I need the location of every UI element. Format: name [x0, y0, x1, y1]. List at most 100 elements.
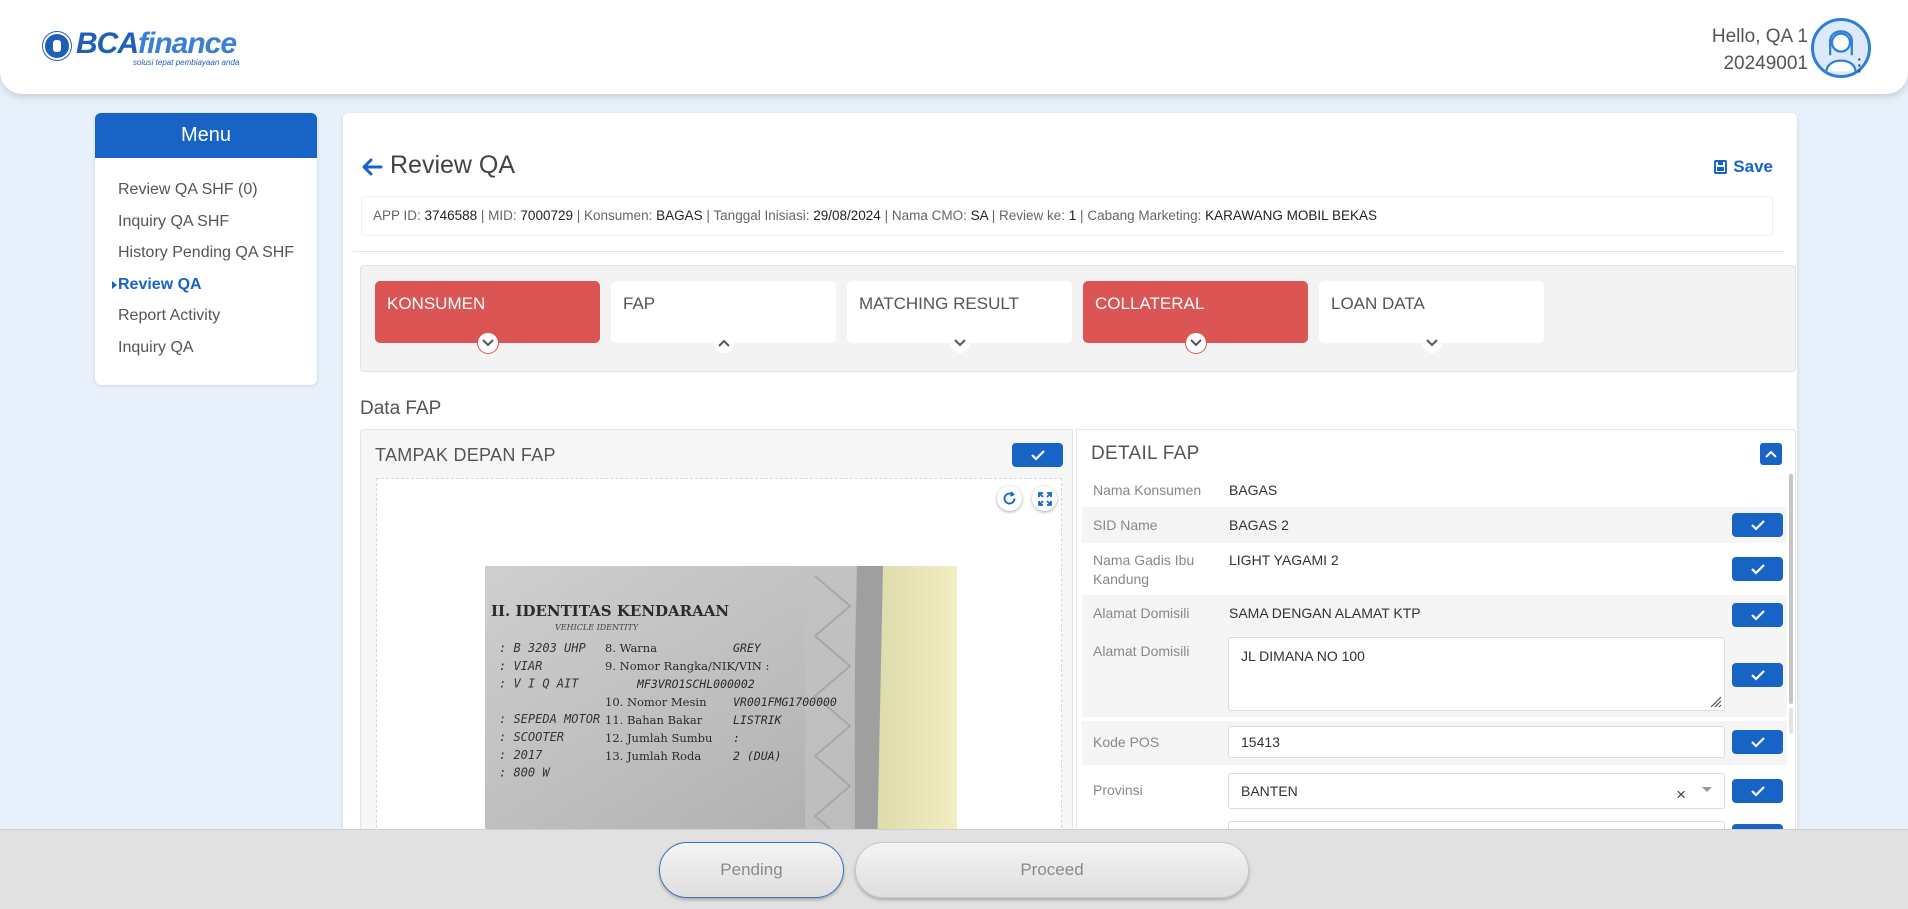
field-label: Provinsi — [1093, 782, 1143, 798]
resize-handle-icon[interactable] — [1708, 694, 1722, 708]
kode-pos-input[interactable]: 15413 — [1228, 726, 1725, 758]
chevron-down-icon[interactable] — [1702, 787, 1712, 792]
chevron-down-icon[interactable] — [478, 333, 498, 353]
verify-alamat-domisili-button[interactable] — [1732, 663, 1783, 687]
pending-button[interactable]: Pending — [659, 842, 844, 898]
check-icon — [1750, 564, 1765, 575]
doc-field-label: 10. Nomor Mesin — [605, 695, 707, 709]
check-icon — [1750, 737, 1765, 748]
brand-name-b: finance — [138, 27, 237, 60]
sidebar-item-history-pending-qa-shf[interactable]: History Pending QA SHF — [118, 243, 317, 275]
app-id-value: 3746588 — [424, 208, 478, 223]
doc-field-value: LISTRIK — [733, 713, 783, 727]
doc-field-label: 11. Bahan Bakar — [605, 713, 703, 727]
doc-subheading: VEHICLE IDENTITY — [555, 623, 639, 632]
field-value: BAGAS 2 — [1229, 517, 1289, 533]
row-sid-name: SID Name BAGAS 2 — [1082, 507, 1787, 543]
back-arrow-icon[interactable] — [359, 154, 385, 180]
chevron-up-icon[interactable] — [714, 333, 734, 353]
verify-sid-name-button[interactable] — [1732, 513, 1783, 537]
photo-viewer[interactable]: II. IDENTITAS KENDARAAN VEHICLE IDENTITY… — [376, 478, 1062, 858]
mid-label: MID: — [488, 208, 517, 223]
tab-fap[interactable]: FAP — [611, 281, 836, 353]
fap-document-image: II. IDENTITAS KENDARAAN VEHICLE IDENTITY… — [485, 566, 957, 856]
field-label: Alamat Domisili — [1093, 605, 1190, 621]
application-info-bar: APP ID: 3746588 | MID: 7000729 | Konsume… — [361, 196, 1773, 236]
sidebar-item-report-activity[interactable]: Report Activity — [118, 306, 317, 338]
chevron-down-icon[interactable] — [950, 333, 970, 353]
cabang-label: Cabang Marketing: — [1087, 208, 1202, 223]
clear-icon[interactable]: × — [1676, 778, 1686, 812]
cmo-value: SA — [970, 208, 988, 223]
row-alamat-domisili-status: Alamat Domisili SAMA DENGAN ALAMAT KTP — [1082, 595, 1787, 633]
verify-ibu-button[interactable] — [1732, 557, 1783, 581]
brand-name-a: BCA — [76, 27, 139, 60]
field-label: SID Name — [1093, 517, 1158, 533]
tab-loan-data[interactable]: LOAN DATA — [1319, 281, 1544, 353]
field-value: BAGAS — [1229, 482, 1278, 498]
provinsi-select[interactable]: BANTEN × — [1228, 773, 1725, 809]
tab-label: FAP — [623, 294, 656, 313]
photo-verify-button[interactable] — [1012, 443, 1063, 467]
check-icon — [1750, 610, 1765, 621]
sidebar-item-review-qa[interactable]: Review QA — [112, 275, 317, 307]
row-nama-gadis-ibu: Nama Gadis Ibu Kandung LIGHT YAGAMI 2 — [1082, 543, 1787, 595]
doc-field-value: 2 (DUA) — [733, 749, 781, 763]
chevron-down-icon[interactable] — [1422, 333, 1442, 353]
bca-finance-logo[interactable]: BCAfinance solusi tepat pembiayaan anda — [43, 27, 243, 70]
proceed-button[interactable]: Proceed — [855, 842, 1249, 898]
expand-icon[interactable] — [1032, 486, 1057, 511]
scrollbar-thumb[interactable] — [1789, 474, 1793, 704]
photo-title: TAMPAK DEPAN FAP — [375, 445, 556, 465]
doc-left-value: : V I Q AIT — [499, 677, 579, 691]
info-separator: | — [706, 208, 710, 223]
review-label: Review ke: — [998, 208, 1065, 223]
doc-left-value: : SEPEDA MOTOR — [499, 712, 600, 726]
field-value: LIGHT YAGAMI 2 — [1229, 552, 1339, 568]
user-greeting: Hello, QA 1 20249001 — [1712, 23, 1808, 77]
info-separator: | — [1080, 208, 1084, 223]
info-separator: | — [480, 208, 485, 223]
save-button[interactable]: Save — [1714, 157, 1773, 177]
detail-fap-panel: DETAIL FAP Nama Konsumen BAGAS SID Name … — [1076, 429, 1796, 851]
sidebar-item-inquiry-qa-shf[interactable]: Inquiry QA SHF — [118, 212, 317, 244]
field-value: SAMA DENGAN ALAMAT KTP — [1229, 605, 1421, 621]
tab-konsumen[interactable]: KONSUMEN — [375, 281, 600, 353]
alamat-domisili-textarea[interactable]: JL DIMANA NO 100 — [1228, 637, 1725, 711]
sidebar-item-review-qa-shf[interactable]: Review QA SHF (0) — [118, 180, 317, 212]
konsumen-label: Konsumen: — [584, 208, 653, 223]
sidebar-list: Review QA SHF (0) Inquiry QA SHF History… — [95, 158, 317, 369]
doc-left-value: : 2017 — [499, 748, 543, 762]
provinsi-value: BANTEN — [1241, 783, 1298, 799]
bca-emblem-icon — [43, 32, 71, 60]
vehicle-document-photo: II. IDENTITAS KENDARAAN VEHICLE IDENTITY… — [485, 566, 957, 856]
collapse-button[interactable] — [1760, 443, 1782, 465]
verify-provinsi-button[interactable] — [1732, 779, 1783, 803]
verify-alamat-button[interactable] — [1732, 603, 1783, 627]
doc-left-value: : VIAR — [499, 659, 542, 673]
check-icon — [1750, 520, 1765, 531]
doc-field-label: 8. Warna — [605, 641, 657, 655]
avatar[interactable] — [1811, 18, 1871, 78]
doc-left-value: : 800 W — [499, 766, 551, 780]
check-icon — [1750, 786, 1765, 797]
page-title: Review QA — [390, 151, 516, 179]
tab-matching-result[interactable]: MATCHING RESULT — [847, 281, 1072, 353]
verify-kode-pos-button[interactable] — [1732, 730, 1783, 754]
sidebar-menu: Menu Review QA SHF (0) Inquiry QA SHF Hi… — [95, 113, 317, 385]
doc-field-value: GREY — [733, 641, 762, 655]
detail-title: DETAIL FAP — [1091, 443, 1200, 464]
tab-label: LOAN DATA — [1331, 294, 1425, 313]
sidebar-item-inquiry-qa[interactable]: Inquiry QA — [118, 338, 317, 370]
mid-value: 7000729 — [520, 208, 573, 223]
tab-collateral[interactable]: COLLATERAL — [1083, 281, 1308, 353]
section-title: Data FAP — [360, 398, 442, 419]
chevron-down-icon[interactable] — [1186, 333, 1206, 353]
user-menu-dots-icon[interactable]: · · · — [1857, 52, 1862, 78]
rotate-icon[interactable] — [997, 486, 1022, 511]
doc-field-value: MF3VRO1SCHL000002 — [636, 677, 755, 691]
field-label: Nama Gadis Ibu Kandung — [1093, 552, 1195, 587]
app-id-label: APP ID: — [373, 208, 421, 223]
user-greeting-text: Hello, QA 1 — [1711, 26, 1808, 47]
scrollbar-track[interactable] — [1789, 708, 1793, 734]
